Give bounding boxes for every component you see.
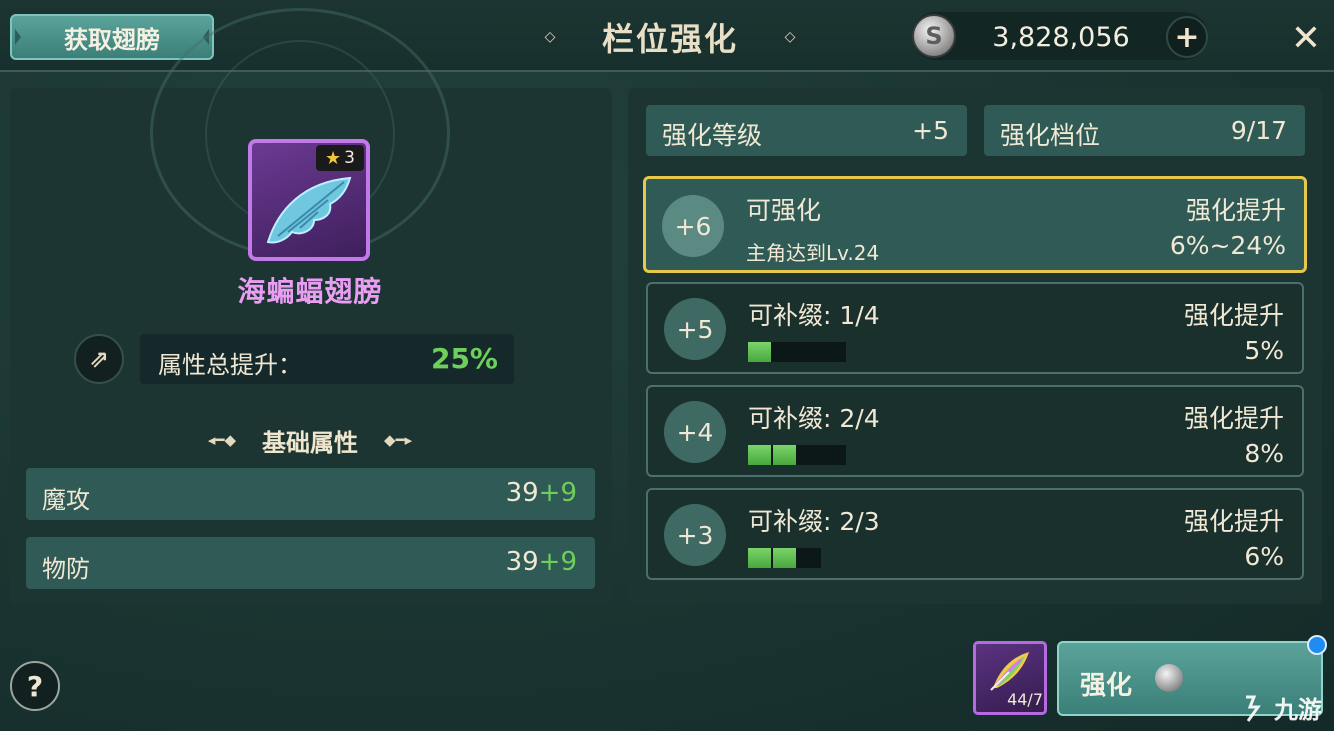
progress-segment-empty [823, 445, 846, 465]
tier-boost-label: 强化提升 [1183, 507, 1284, 536]
title-ornament-right-icon: ◇ [784, 29, 796, 45]
tier-progress-bar [748, 445, 846, 465]
star-icon: ★ [325, 147, 342, 169]
tier-row-active[interactable]: +6 可强化 主角达到Lv.24 强化提升 6%~24% [643, 176, 1307, 273]
tier-status: 可强化 [746, 196, 822, 225]
tier-status: 可补缀: 1/4 [748, 301, 880, 330]
page-title-group: ◇ 栏位强化 ◇ [520, 14, 820, 60]
tier-boost-label: 强化提升 [1183, 301, 1284, 330]
tier-level-badge: +5 [664, 298, 726, 360]
notification-dot [1307, 635, 1327, 655]
progress-segment-empty [798, 548, 821, 568]
enhance-level-value: +5 [912, 116, 949, 145]
tier-row[interactable]: +4 可补缀: 2/4 强化提升 8% [646, 385, 1304, 477]
item-name: 海蝙蝠翅膀 [237, 275, 383, 308]
stat-base: 39 [505, 547, 539, 577]
stat-value: 39+9 [506, 547, 577, 577]
add-currency-button[interactable]: + [1166, 16, 1208, 58]
enhance-level-box: 强化等级 +5 [646, 105, 967, 156]
enhance-tier-label: 强化档位 [1000, 121, 1101, 150]
progress-segment-empty [798, 445, 821, 465]
base-attributes-title: 基础属性 [262, 428, 358, 457]
enhance-button-label: 强化 [1080, 671, 1133, 701]
progress-segment-filled [773, 445, 796, 465]
tier-level-badge: +3 [664, 504, 726, 566]
section-ornament-left-icon: ◂━◆ [207, 431, 236, 449]
tier-boost-value: 6% [1244, 542, 1284, 571]
stat-value: 39+9 [506, 478, 577, 508]
progress-segment-filled [748, 445, 771, 465]
stat-row: 魔攻 39+9 [26, 468, 595, 520]
cost-coin-icon [1155, 664, 1183, 692]
stat-name: 魔攻 [42, 486, 90, 514]
tier-boost-label: 强化提升 [1183, 404, 1284, 433]
progress-segment-filled [773, 548, 796, 568]
stat-bonus: +9 [538, 547, 577, 577]
tier-row[interactable]: +3 可补缀: 2/3 强化提升 6% [646, 488, 1304, 580]
total-boost-value: 25% [430, 342, 498, 375]
tier-boost-value: 8% [1244, 439, 1284, 468]
material-count: 44/7 [1007, 690, 1043, 709]
tier-row[interactable]: +5 可补缀: 1/4 强化提升 5% [646, 282, 1304, 374]
watermark: 九游 [1240, 690, 1322, 725]
progress-segment-filled [748, 342, 771, 362]
tier-progress-bar [748, 548, 821, 568]
close-button[interactable]: ✕ [1286, 18, 1326, 59]
enhance-tier-box: 强化档位 9/17 [984, 105, 1305, 156]
tier-boost-value: 6%~24% [1169, 231, 1286, 260]
star-rank-badge: ★ 3 [316, 145, 364, 171]
progress-segment-empty [773, 342, 796, 362]
currency-amount: 3,828,056 [992, 22, 1130, 53]
page-title: 栏位强化 [601, 20, 738, 58]
tier-boost-value: 5% [1244, 336, 1284, 365]
stat-base: 39 [505, 478, 539, 508]
progress-segment-filled [748, 548, 771, 568]
tier-status: 可补缀: 2/4 [748, 404, 880, 433]
progress-segment-empty [823, 342, 846, 362]
star-count: 3 [344, 148, 355, 168]
help-button[interactable]: ? [10, 661, 60, 711]
tier-condition: 主角达到Lv.24 [746, 241, 880, 265]
base-attributes-header: ◂━◆ 基础属性 ◆━▸ [190, 425, 430, 457]
tier-level-badge: +6 [662, 195, 724, 257]
stat-name: 物防 [42, 555, 90, 583]
attribute-boost-icon[interactable]: ⇗ [74, 334, 124, 384]
stat-bonus: +9 [538, 478, 577, 508]
feather-icon [990, 652, 1029, 691]
total-boost-label: 属性总提升： [158, 351, 302, 379]
watermark-logo-icon [1246, 695, 1261, 722]
watermark-text: 九游 [1274, 696, 1322, 724]
stat-row: 物防 39+9 [26, 537, 595, 589]
bat-wing-icon [266, 176, 352, 244]
tier-progress-bar [748, 342, 846, 362]
progress-segment-empty [798, 342, 821, 362]
tier-boost-label: 强化提升 [1185, 196, 1286, 225]
section-ornament-right-icon: ◆━▸ [384, 431, 413, 449]
enhance-level-label: 强化等级 [662, 121, 763, 150]
enhance-tier-value: 9/17 [1230, 116, 1287, 145]
tier-status: 可补缀: 2/3 [748, 507, 880, 536]
tier-level-badge: +4 [664, 401, 726, 463]
silver-coin-icon: S [912, 14, 956, 58]
title-ornament-left-icon: ◇ [544, 29, 556, 45]
